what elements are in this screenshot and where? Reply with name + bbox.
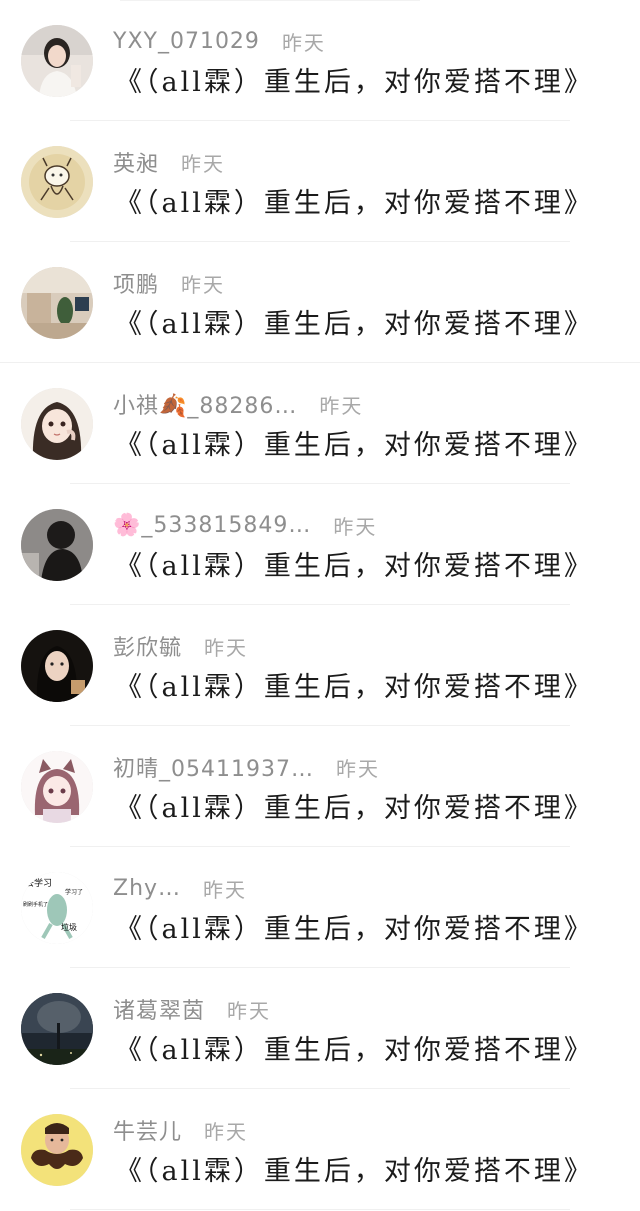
avatar-meme-squidward-icon: 去学习 学习了 刷刷手机了 垃圾 [21, 872, 93, 944]
list-item[interactable]: 牛芸儿 昨天 《（all霖）重生后，对你爱搭不理》 [0, 1089, 640, 1210]
avatar-night-tree-icon [21, 993, 93, 1065]
book-title[interactable]: 《（all霖）重生后，对你爱搭不理》 [115, 1028, 594, 1067]
comment-meta: 英昶 昨天 [113, 146, 226, 178]
comment-meta: 诸葛翠茵 昨天 [113, 993, 272, 1025]
meme-text: 垃圾 [61, 922, 77, 932]
avatar[interactable] [21, 1114, 93, 1186]
comment-meta: 彭欣毓 昨天 [113, 630, 249, 662]
book-title[interactable]: 《（all霖）重生后，对你爱搭不理》 [115, 302, 594, 341]
book-title[interactable]: 《（all霖）重生后，对你爱搭不理》 [115, 423, 594, 462]
list-item[interactable]: 彭欣毓 昨天 《（all霖）重生后，对你爱搭不理》 [0, 605, 640, 726]
comment-meta: 牛芸儿 昨天 [113, 1114, 249, 1146]
timestamp: 昨天 [281, 30, 326, 55]
avatar-dark-silhouette-icon [21, 509, 93, 581]
username[interactable]: Zhy… [113, 876, 181, 901]
timestamp: 昨天 [333, 514, 378, 539]
avatar-girl-dark-photo-icon [21, 630, 93, 702]
list-item[interactable]: YXY_071029 昨天 《（all霖）重生后，对你爱搭不理》 [0, 0, 640, 121]
username[interactable]: 牛芸儿 [113, 1114, 182, 1146]
timestamp: 昨天 [204, 1119, 249, 1144]
timestamp: 昨天 [181, 272, 226, 297]
book-title[interactable]: 《（all霖）重生后，对你爱搭不理》 [115, 665, 594, 704]
list-item[interactable]: 初晴_05411937… 昨天 《（all霖）重生后，对你爱搭不理》 [0, 726, 640, 847]
avatar[interactable] [21, 630, 93, 702]
list-item[interactable]: 诸葛翠茵 昨天 《（all霖）重生后，对你爱搭不理》 [0, 968, 640, 1089]
username[interactable]: 初晴_05411937… [113, 751, 314, 783]
list-item[interactable]: 小祺🍂_88286… 昨天 《（all霖）重生后，对你爱搭不理》 [0, 363, 640, 484]
meme-text: 学习了 [65, 888, 83, 896]
list-item[interactable]: 🌸_533815849… 昨天 《（all霖）重生后，对你爱搭不理》 [0, 484, 640, 605]
timestamp: 昨天 [181, 151, 226, 176]
avatar[interactable] [21, 509, 93, 581]
username[interactable]: 项鹏 [113, 267, 159, 299]
avatar[interactable]: 去学习 学习了 刷刷手机了 垃圾 [21, 872, 93, 944]
meme-text: 去学习 [25, 877, 52, 889]
avatar[interactable] [21, 146, 93, 218]
avatar[interactable] [21, 267, 93, 339]
book-title[interactable]: 《（all霖）重生后，对你爱搭不理》 [115, 181, 594, 220]
username[interactable]: 彭欣毓 [113, 630, 182, 662]
list-item[interactable]: 项鹏 昨天 《（all霖）重生后，对你爱搭不理》 [0, 242, 640, 363]
comment-meta: Zhy… 昨天 [113, 874, 247, 902]
book-title[interactable]: 《（all霖）重生后，对你爱搭不理》 [115, 60, 594, 99]
avatar-room-photo-icon [21, 267, 93, 339]
book-title[interactable]: 《（all霖）重生后，对你爱搭不理》 [115, 1149, 594, 1188]
username[interactable]: 小祺🍂_88286… [113, 388, 297, 420]
timestamp: 昨天 [227, 998, 272, 1023]
timestamp: 昨天 [319, 393, 364, 418]
avatar[interactable] [21, 993, 93, 1065]
avatar[interactable] [21, 25, 93, 97]
comment-meta: 初晴_05411937… 昨天 [113, 751, 380, 783]
avatar[interactable] [21, 751, 93, 823]
avatar-anime-girl-icon [21, 388, 93, 460]
timestamp: 昨天 [204, 635, 249, 660]
avatar-cartoon-creature-icon [21, 146, 93, 218]
list-item[interactable]: 去学习 学习了 刷刷手机了 垃圾 Zhy… 昨天 《（all霖）重生后，对你爱搭… [0, 847, 640, 968]
book-title[interactable]: 《（all霖）重生后，对你爱搭不理》 [115, 786, 594, 825]
timestamp: 昨天 [335, 756, 380, 781]
comment-meta: 项鹏 昨天 [113, 267, 226, 299]
username[interactable]: YXY_071029 [113, 29, 260, 54]
meme-text: 刷刷手机了 [23, 901, 48, 908]
comment-meta: 🌸_533815849… 昨天 [113, 511, 377, 539]
avatar-catgirl-anime-icon [21, 751, 93, 823]
timestamp: 昨天 [203, 877, 248, 902]
avatar-girl-photo-icon [21, 25, 93, 97]
book-title[interactable]: 《（all霖）重生后，对你爱搭不理》 [115, 907, 594, 946]
list-item[interactable]: 英昶 昨天 《（all霖）重生后，对你爱搭不理》 [0, 121, 640, 242]
comment-meta: YXY_071029 昨天 [113, 27, 326, 55]
book-title[interactable]: 《（all霖）重生后，对你爱搭不理》 [115, 544, 594, 583]
username[interactable]: 诸葛翠茵 [113, 993, 205, 1025]
avatar-bearded-man-icon [21, 1114, 93, 1186]
comment-meta: 小祺🍂_88286… 昨天 [113, 388, 364, 420]
username[interactable]: 🌸_533815849… [113, 513, 311, 538]
divider [70, 1209, 570, 1210]
avatar[interactable] [21, 388, 93, 460]
username[interactable]: 英昶 [113, 146, 159, 178]
comment-list: YXY_071029 昨天 《（all霖）重生后，对你爱搭不理》 英昶 昨天 《… [0, 0, 640, 1210]
